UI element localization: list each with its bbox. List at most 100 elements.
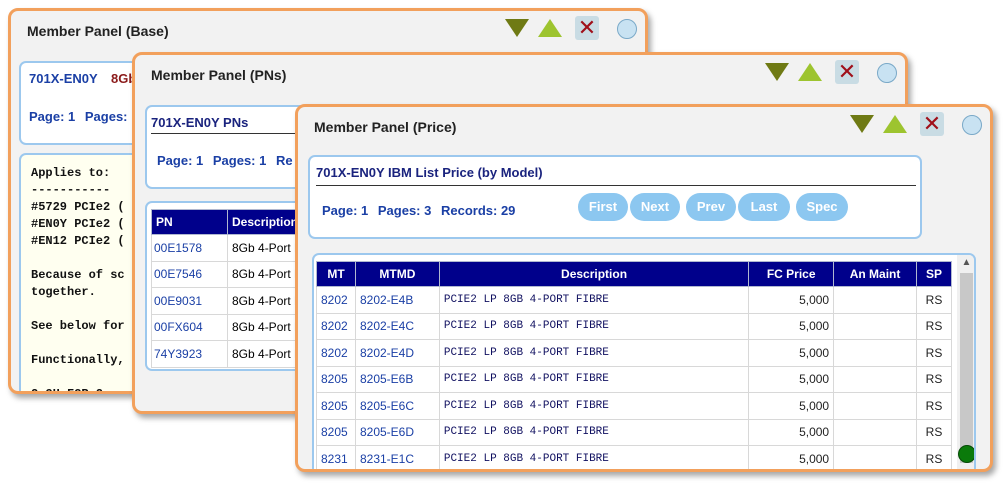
- notes-text: Applies to: ----------- #5729 PCIe2 (#EN0Y…: [31, 165, 125, 391]
- mt-cell[interactable]: 8205: [316, 418, 356, 446]
- mtmd-cell[interactable]: 8205-E6C: [354, 392, 440, 420]
- last-button[interactable]: Last: [738, 193, 790, 221]
- notes-line: [31, 250, 125, 267]
- description-cell: PCIE2 LP 8GB 4-PORT FIBRE: [438, 312, 750, 340]
- mt-cell[interactable]: 8202: [316, 286, 356, 314]
- page-label: Page: 1: [157, 153, 204, 168]
- column-header[interactable]: Description: [438, 261, 750, 287]
- fc-price-cell: 5,000: [748, 445, 835, 469]
- column-header[interactable]: SP: [915, 261, 953, 287]
- page-label: Page: 1: [322, 203, 369, 218]
- description-cell: PCIE2 LP 8GB 4-PORT FIBRE: [438, 286, 750, 314]
- column-header[interactable]: An Maint: [833, 261, 917, 287]
- pn-cell[interactable]: 00FX604: [151, 313, 228, 341]
- first-button[interactable]: First: [578, 193, 628, 221]
- sp-cell: RS: [915, 392, 953, 420]
- mtmd-cell[interactable]: 8205-E6D: [354, 418, 440, 446]
- table-row[interactable]: 8202 8202-E4C PCIE2 LP 8GB 4-PORT FIBRE 5,0…: [316, 312, 953, 340]
- mtmd-cell[interactable]: 8202-E4D: [354, 339, 440, 367]
- spec-button[interactable]: Spec: [796, 193, 848, 221]
- table-row[interactable]: 8231 8231-E1C PCIE2 LP 8GB 4-PORT FIBRE 5,0…: [316, 445, 953, 469]
- fc-price-cell: 5,000: [748, 286, 835, 314]
- sp-cell: RS: [915, 365, 953, 393]
- price-page-info: Page: 1 Pages: 3 Records: 29: [322, 203, 521, 218]
- triangle-up-icon[interactable]: [883, 115, 907, 133]
- notes-line: together.: [31, 285, 96, 299]
- price-table-box: MT MTMD Description FC Price An Maint SP…: [312, 253, 976, 469]
- mt-cell[interactable]: 8205: [316, 392, 356, 420]
- notes-line: [31, 301, 125, 318]
- sp-cell: RS: [915, 445, 953, 469]
- scrollbar-thumb[interactable]: [960, 273, 973, 463]
- column-header[interactable]: FC Price: [748, 261, 835, 287]
- notes-line: #5729 PCIe2 (: [31, 200, 125, 214]
- pn-cell[interactable]: 00E9031: [151, 287, 228, 315]
- triangle-up-icon[interactable]: [538, 19, 562, 37]
- circle-icon[interactable]: [962, 115, 982, 135]
- pages-label: Pages:: [84, 109, 128, 124]
- circle-icon[interactable]: [617, 19, 637, 39]
- table-row[interactable]: 8202 8202-E4D PCIE2 LP 8GB 4-PORT FIBRE 5,0…: [316, 339, 953, 367]
- notes-line: #EN12 PCIe2 (: [31, 234, 125, 248]
- pages-label: Pages: 1: [212, 153, 267, 168]
- mt-cell[interactable]: 8205: [316, 365, 356, 393]
- table-row[interactable]: 8205 8205-E6C PCIE2 LP 8GB 4-PORT FIBRE 5,0…: [316, 392, 953, 420]
- records-label: Records: 29: [440, 203, 516, 218]
- description-cell: PCIE2 LP 8GB 4-PORT FIBRE: [438, 365, 750, 393]
- panel-controls: ✕: [763, 58, 903, 86]
- notes-line: Because of sc: [31, 268, 125, 282]
- records-label: Re: [275, 153, 293, 168]
- table-row[interactable]: 8205 8205-E6D PCIE2 LP 8GB 4-PORT FIBRE 5,0…: [316, 418, 953, 446]
- close-x-icon[interactable]: ✕: [835, 60, 859, 84]
- panel-title: Member Panel (Price): [314, 119, 457, 135]
- notes-line: [31, 335, 125, 352]
- mtmd-cell[interactable]: 8202-E4B: [354, 286, 440, 314]
- column-header[interactable]: PN: [151, 209, 228, 235]
- triangle-down-icon[interactable]: [765, 63, 789, 81]
- triangle-up-icon[interactable]: [798, 63, 822, 81]
- an-maint-cell: [833, 418, 917, 446]
- description-cell: PCIE2 LP 8GB 4-PORT FIBRE: [438, 445, 750, 469]
- panel-controls: ✕: [503, 14, 643, 42]
- mt-cell[interactable]: 8231: [316, 445, 356, 469]
- triangle-down-icon[interactable]: [505, 19, 529, 37]
- sp-cell: RS: [915, 339, 953, 367]
- vertical-scrollbar[interactable]: ▲: [957, 255, 974, 469]
- mt-cell[interactable]: 8202: [316, 339, 356, 367]
- mt-cell[interactable]: 8202: [316, 312, 356, 340]
- pn-cell[interactable]: 00E1578: [151, 234, 228, 262]
- an-maint-cell: [833, 312, 917, 340]
- model-link[interactable]: 701X-EN0Y: [29, 71, 97, 86]
- scroll-up-arrow-icon[interactable]: ▲: [957, 255, 974, 271]
- pn-cell[interactable]: 00E7546: [151, 260, 228, 288]
- an-maint-cell: [833, 339, 917, 367]
- notes-line: See below for: [31, 319, 125, 333]
- table-row[interactable]: 8202 8202-E4B PCIE2 LP 8GB 4-PORT FIBRE 5,0…: [316, 286, 953, 314]
- table-row[interactable]: 8205 8205-E6B PCIE2 LP 8GB 4-PORT FIBRE 5,0…: [316, 365, 953, 393]
- mtmd-cell[interactable]: 8202-E4C: [354, 312, 440, 340]
- notes-line: Functionally,: [31, 353, 125, 367]
- triangle-down-icon[interactable]: [850, 115, 874, 133]
- base-page-info: Page: 1 Pages:: [29, 109, 134, 124]
- prev-button[interactable]: Prev: [686, 193, 736, 221]
- notes-line: [31, 369, 125, 386]
- close-x-icon[interactable]: ✕: [575, 16, 599, 40]
- circle-icon[interactable]: [877, 63, 897, 83]
- column-header[interactable]: MTMD: [354, 261, 440, 287]
- pn-cell[interactable]: 74Y3923: [151, 340, 228, 368]
- an-maint-cell: [833, 286, 917, 314]
- close-x-icon[interactable]: ✕: [920, 112, 944, 136]
- page-label: Page: 1: [29, 109, 76, 124]
- pages-label: Pages: 3: [377, 203, 432, 218]
- mtmd-cell[interactable]: 8205-E6B: [354, 365, 440, 393]
- column-header[interactable]: MT: [316, 261, 356, 287]
- pns-page-info: Page: 1 Pages: 1 Re: [157, 153, 299, 168]
- an-maint-cell: [833, 365, 917, 393]
- sp-cell: RS: [915, 418, 953, 446]
- box-title: 701X-EN0Y IBM List Price (by Model): [316, 165, 543, 180]
- sp-cell: RS: [915, 286, 953, 314]
- next-button[interactable]: Next: [630, 193, 680, 221]
- fc-price-cell: 5,000: [748, 365, 835, 393]
- mtmd-cell[interactable]: 8231-E1C: [354, 445, 440, 469]
- an-maint-cell: [833, 392, 917, 420]
